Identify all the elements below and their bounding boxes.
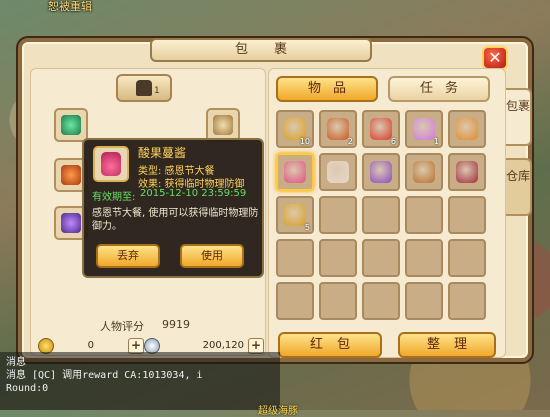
item-count: 5 <box>304 223 310 232</box>
tooltip-description: 感恩节大餐, 使用可以获得临时物理防御力。 <box>92 208 259 232</box>
chat-line: Round:0 <box>6 383 49 394</box>
inventory-slot[interactable] <box>405 153 443 191</box>
tooltip-expiry-label: 有效期至: <box>92 192 136 203</box>
discard-button[interactable]: 丢弃 <box>96 244 160 268</box>
inventory-slot[interactable] <box>319 153 357 191</box>
feather-icon <box>370 161 392 183</box>
equip-slot-necklace[interactable] <box>206 108 240 142</box>
inventory-slot[interactable] <box>276 153 314 191</box>
gift-box-icon <box>413 118 435 140</box>
tab-quests[interactable]: 任务 <box>388 76 490 102</box>
silver-amount: 200,120 <box>202 340 244 351</box>
close-button[interactable]: ✕ <box>482 46 508 70</box>
chat-line: 消息 <box>6 357 26 368</box>
boots-icon <box>61 213 81 233</box>
inventory-slot[interactable]: 10 <box>276 110 314 148</box>
lucky-bag-icon <box>327 118 349 140</box>
tab-items[interactable]: 物品 <box>276 76 378 102</box>
equip-slot-weapon[interactable] <box>54 108 88 142</box>
inventory-slot[interactable] <box>448 196 486 234</box>
inventory-slot[interactable] <box>276 282 314 320</box>
item-count: 1 <box>433 137 439 146</box>
use-button[interactable]: 使用 <box>180 244 244 268</box>
window-title: 包裹 <box>150 38 372 62</box>
gold-amount: 0 <box>87 340 94 351</box>
character-header: 1 <box>116 74 172 102</box>
necklace-icon <box>213 115 233 135</box>
inventory-slot[interactable] <box>448 282 486 320</box>
armor-icon <box>61 165 81 185</box>
tooltip-item-name: 酸果蔓酱 <box>138 146 187 160</box>
inventory-slot[interactable] <box>405 239 443 277</box>
tidy-button[interactable]: 整理 <box>398 332 496 358</box>
crown-icon <box>61 115 81 135</box>
character-badge: 1 <box>154 86 160 96</box>
inventory-slot[interactable]: 2 <box>319 110 357 148</box>
jam-jar-icon <box>101 152 121 176</box>
gourd-icon <box>284 204 306 226</box>
inventory-slot[interactable] <box>362 153 400 191</box>
item-tooltip: 酸果蔓酱 类型: 感恩节大餐 效果: 获得临时物理防御 有效期至: 2015-1… <box>82 138 264 278</box>
inventory-slot[interactable]: 6 <box>362 110 400 148</box>
inventory-slot[interactable] <box>405 196 443 234</box>
inventory-slot[interactable] <box>319 196 357 234</box>
pie-icon <box>456 118 478 140</box>
inventory-slot[interactable]: 1 <box>405 110 443 148</box>
tooltip-expiry-value: 2015-12-10 23:59:59 <box>140 188 247 199</box>
chat-log: 消息 消息 [QC] 调用reward CA:1013034, i Round:… <box>0 352 280 410</box>
inventory-slot[interactable] <box>362 196 400 234</box>
dumpling-icon <box>327 161 349 183</box>
rating-label: 人物评分 <box>100 320 144 333</box>
side-tab-bag[interactable]: 包裹 <box>506 88 532 146</box>
scroll-icon <box>413 161 435 183</box>
inventory-slot[interactable] <box>319 239 357 277</box>
inventory-slot[interactable] <box>362 282 400 320</box>
item-grid: 10 2 6 1 5 <box>276 110 496 324</box>
item-count: 2 <box>347 137 353 146</box>
scene-top-label: 恕被重辑 <box>48 0 92 13</box>
red-envelope-button[interactable]: 红包 <box>278 332 382 358</box>
inventory-slot[interactable] <box>276 239 314 277</box>
inventory-slot[interactable] <box>448 239 486 277</box>
inventory-slot[interactable] <box>448 153 486 191</box>
red-envelope-icon <box>370 118 392 140</box>
inventory-slot[interactable] <box>362 239 400 277</box>
rating-value: 9919 <box>162 318 190 331</box>
side-tab-warehouse[interactable]: 仓库 <box>506 158 532 216</box>
tooltip-item-slot <box>93 146 129 182</box>
bead-string-icon <box>456 161 478 183</box>
chat-line: 消息 [QC] 调用reward CA:1013034, i <box>6 370 203 381</box>
inventory-slot[interactable] <box>448 110 486 148</box>
character-body-icon <box>136 80 152 96</box>
inventory-slot[interactable] <box>319 282 357 320</box>
inventory-slot[interactable] <box>405 282 443 320</box>
item-count: 10 <box>299 137 310 146</box>
jam-jar-icon <box>284 161 306 183</box>
inventory-slot[interactable]: 5 <box>276 196 314 234</box>
item-count: 6 <box>390 137 396 146</box>
